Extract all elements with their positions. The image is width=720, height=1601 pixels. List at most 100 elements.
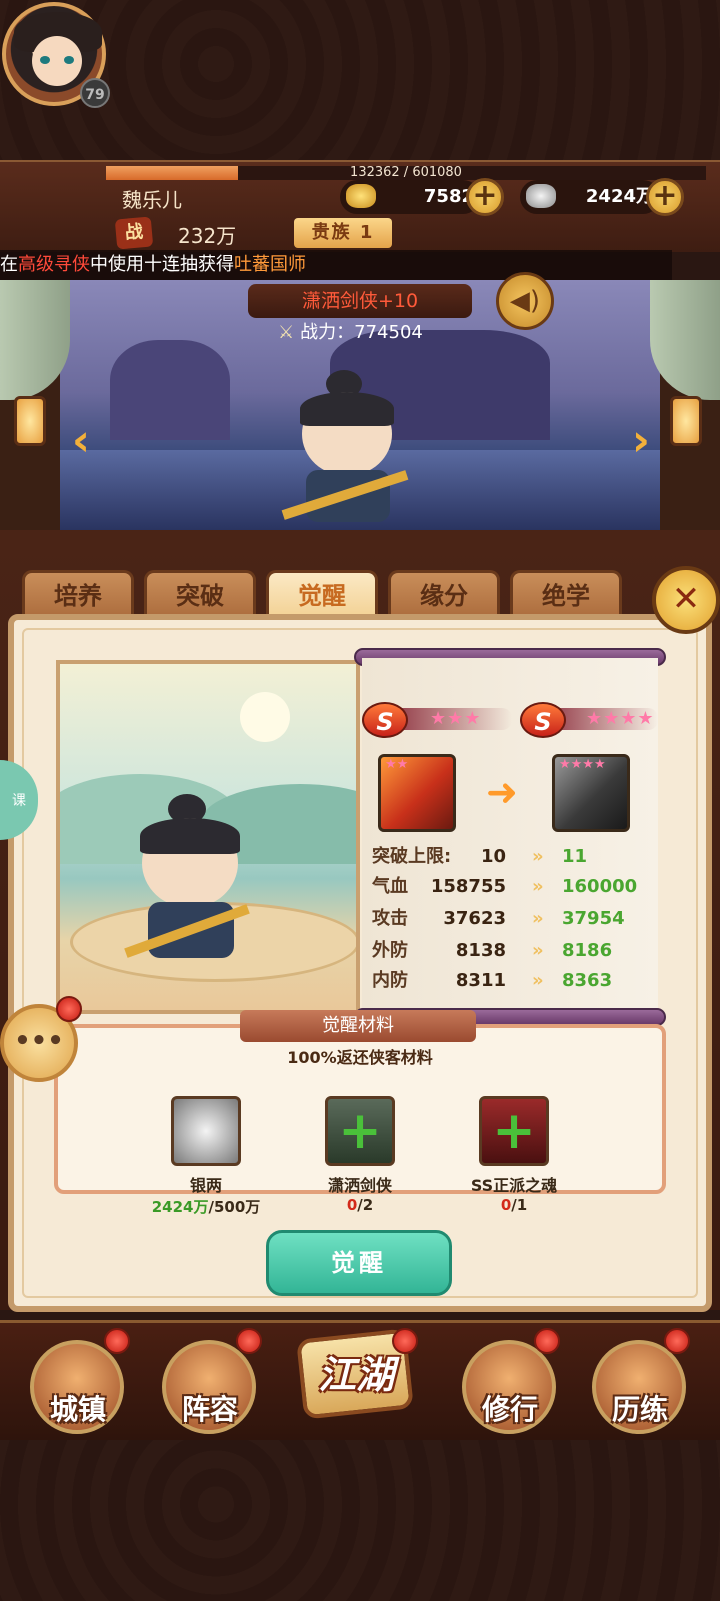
avatar-eye-right: [64, 56, 74, 64]
stat-old-value: 8311: [455, 970, 506, 991]
stat-arrow-icon: »: [532, 908, 544, 929]
power-badge: 战: [114, 216, 154, 250]
nav-lineup[interactable]: 阵容: [162, 1340, 262, 1440]
nav-lineup-label: 阵容: [181, 1393, 238, 1426]
nav-trial[interactable]: 历练: [592, 1340, 692, 1440]
stat-new-value: 160000: [562, 876, 638, 897]
materials-subtitle: 100%返还侠客材料: [287, 1048, 433, 1067]
material-have: 0: [346, 1196, 358, 1214]
nav-cultivate[interactable]: 修行: [462, 1340, 562, 1440]
scroll-paper: ★★★ S ★★★★ S ★★ ➜ ★★★★ 突破上限: 10 » 11 气血 …: [362, 658, 658, 1018]
speaker-icon[interactable]: ◀): [496, 272, 554, 330]
nav-town[interactable]: 城镇: [30, 1340, 130, 1440]
material-item-silver[interactable]: 银两 2424万/500万: [116, 1096, 296, 1217]
stat-arrow-icon: »: [532, 970, 544, 991]
from-grade-badge: S: [362, 702, 408, 738]
broadcast-marquee: 在高级寻侠中使用十连抽获得吐蕃国师: [0, 250, 672, 280]
power-value: 232万: [178, 224, 237, 248]
stat-row: 外防 8138 » 8186: [372, 936, 656, 966]
broadcast-prefix: 在: [0, 254, 18, 275]
chat-notification-dot: [56, 996, 82, 1022]
hero-portrait: [56, 660, 360, 1014]
bottom-background: [0, 1440, 720, 1601]
player-name: 魏乐儿: [122, 188, 182, 212]
silver-display: 2424万 +: [520, 178, 684, 216]
material-name: SS正派之魂: [470, 1176, 558, 1195]
nav-trial-label: 历练: [611, 1393, 668, 1426]
material-name: 潇洒剑侠: [327, 1176, 392, 1195]
to-grade-badge: S: [520, 702, 566, 738]
combat-label: 战力：: [300, 322, 355, 343]
hero-hair: [300, 392, 394, 426]
gold-display: 7582 +: [340, 178, 504, 216]
broadcast-location: 高级寻侠: [18, 254, 90, 275]
portrait-hero-hair: [140, 818, 240, 854]
material-need: /2: [357, 1196, 374, 1214]
silver-ingot-icon: [171, 1096, 241, 1166]
stat-label: 内防: [372, 970, 408, 991]
add-material-icon: +: [338, 1101, 382, 1161]
stat-row: 突破上限: 10 » 11: [372, 842, 656, 872]
material-name: 银两: [189, 1176, 222, 1195]
portrait-hero: [122, 794, 252, 964]
stat-new-value: 8186: [562, 940, 613, 961]
nav-town-label: 城镇: [49, 1393, 106, 1426]
hero-shard-icon: +: [325, 1096, 395, 1166]
stat-label: 气血: [372, 876, 408, 897]
item-after-stars: ★★★★: [559, 757, 606, 772]
material-have: 0: [500, 1196, 512, 1214]
level-badge: 79: [80, 78, 110, 108]
upgrade-arrow-icon: ➜: [486, 770, 518, 814]
hero-character[interactable]: [280, 370, 410, 530]
vip-badge[interactable]: 贵族 1: [294, 218, 392, 248]
stat-label: 突破上限:: [372, 846, 452, 867]
hero-combat-power: ⚔ 战力：774504: [278, 318, 423, 348]
materials-title: 觉醒材料: [240, 1010, 476, 1042]
avatar-face: [32, 36, 82, 86]
nav-town-dot: [104, 1328, 130, 1354]
skill-item-before-icon[interactable]: ★★: [378, 754, 456, 832]
skill-item-after-icon[interactable]: ★★★★: [552, 754, 630, 832]
add-silver-button[interactable]: +: [646, 178, 684, 216]
stat-row: 内防 8311 » 8363: [372, 966, 656, 996]
stat-new-value: 37954: [562, 908, 625, 929]
add-gold-button[interactable]: +: [466, 178, 504, 216]
gold-ingot-icon: [346, 184, 376, 208]
nav-cultivate-label: 修行: [481, 1393, 538, 1426]
material-count: 2424万/500万: [116, 1196, 296, 1217]
stat-label: 外防: [372, 940, 408, 961]
broadcast-reward: 吐蕃国师: [234, 254, 306, 275]
material-item-soul[interactable]: + SS正派之魂 0/1: [424, 1096, 604, 1214]
nav-trial-dot: [664, 1328, 690, 1354]
stat-old-value: 158755: [430, 876, 506, 897]
broadcast-middle: 中使用十连抽获得: [90, 254, 234, 275]
stat-old-value: 8138: [455, 940, 506, 961]
awaken-scroll: ★★★ S ★★★★ S ★★ ➜ ★★★★ 突破上限: 10 » 11 气血 …: [354, 648, 666, 1026]
top-background: [0, 0, 720, 160]
material-need: /1: [511, 1196, 528, 1214]
stat-label: 攻击: [372, 908, 408, 929]
item-before-stars: ★★: [385, 757, 409, 772]
material-count: 0/1: [424, 1196, 604, 1214]
stat-new-value: 8363: [562, 970, 613, 991]
material-need: /500万: [208, 1198, 261, 1216]
prev-hero-arrow-icon[interactable]: ‹: [64, 416, 98, 466]
stat-new-value: 11: [562, 846, 588, 867]
material-have: 2424万: [151, 1198, 209, 1216]
material-item-hero[interactable]: + 潇洒剑侠 0/2: [270, 1096, 450, 1214]
soul-shard-icon: +: [479, 1096, 549, 1166]
combat-value: 774504: [354, 322, 423, 343]
lantern-right-icon: [670, 396, 702, 446]
close-sword-icon[interactable]: ✕: [652, 566, 720, 634]
next-hero-arrow-icon[interactable]: ›: [624, 416, 658, 466]
nav-cultivate-dot: [534, 1328, 560, 1354]
awaken-button[interactable]: 觉醒: [266, 1230, 452, 1296]
nav-lineup-dot: [236, 1328, 262, 1354]
material-count: 0/2: [270, 1196, 450, 1214]
crossed-swords-icon: ⚔: [278, 322, 295, 343]
portrait-sun: [240, 692, 290, 742]
nav-jianghu-dot: [392, 1328, 418, 1354]
avatar-eye-left: [40, 56, 50, 64]
scene-building-left: [110, 340, 230, 440]
stat-arrow-icon: »: [532, 876, 544, 897]
